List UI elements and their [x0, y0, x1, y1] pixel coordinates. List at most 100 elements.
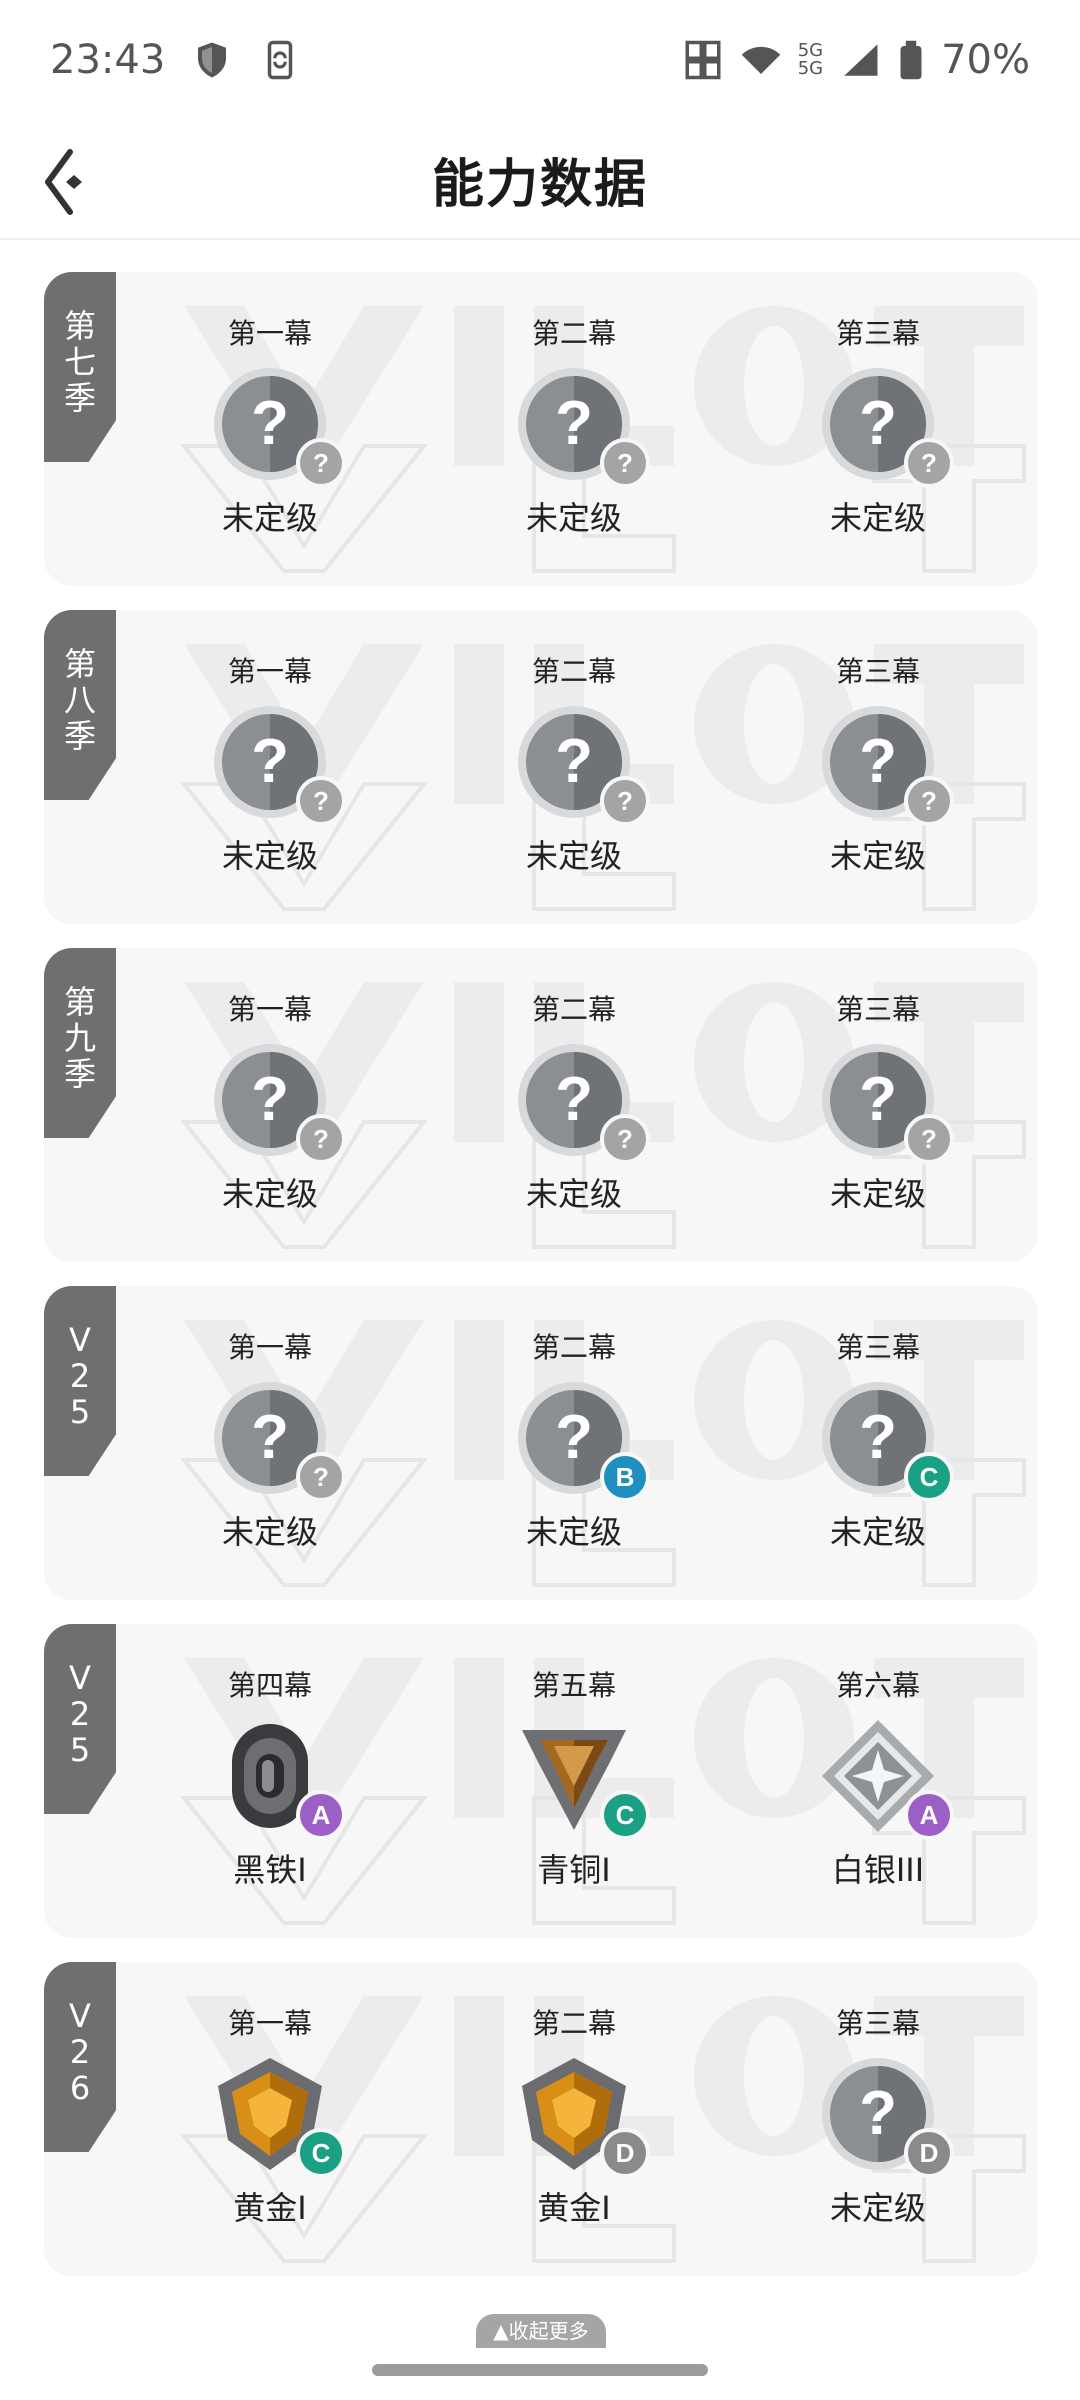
act-label: 第四幕: [227, 1669, 312, 1702]
season-list: 第七季 第一幕 ? ? 未定级 第二幕 ? ? 未定级 第三幕 ? ? 未定级: [44, 272, 1038, 2300]
act-label: 第二幕: [531, 1331, 616, 1364]
act-item[interactable]: 第三幕 ? ? 未定级: [778, 610, 978, 924]
season-label: V25: [69, 1321, 91, 1431]
network-type: 5G 5G: [797, 40, 824, 79]
act-label: 第一幕: [227, 317, 312, 350]
season-label: 第九季: [63, 983, 96, 1093]
svg-text:?: ?: [251, 389, 289, 458]
act-label: 第三幕: [835, 2007, 920, 2040]
rank-emblem: ? ?: [514, 1040, 650, 1164]
rank-emblem: ? ?: [514, 702, 650, 826]
tier-badge: C: [600, 1790, 650, 1840]
svg-text:?: ?: [251, 727, 289, 796]
act-label: 第三幕: [835, 317, 920, 350]
rank-emblem: ? ?: [210, 364, 346, 488]
tier-badge: ?: [600, 438, 650, 488]
season-tab: 第九季: [44, 948, 116, 1138]
home-indicator[interactable]: [372, 2364, 708, 2376]
rank-label: 白银III: [831, 1851, 925, 1889]
svg-text:?: ?: [859, 1065, 897, 1134]
rank-label: 未定级: [221, 1175, 318, 1213]
rank-label: 未定级: [829, 1513, 926, 1551]
tier-badge: A: [904, 1790, 954, 1840]
act-item[interactable]: 第六幕 A 白银III: [778, 1624, 978, 1938]
tier-badge: D: [904, 2128, 954, 2178]
rank-label: 未定级: [221, 1513, 318, 1551]
tier-badge: C: [904, 1452, 954, 1502]
act-item[interactable]: 第一幕 ? ? 未定级: [170, 610, 370, 924]
act-row: 第一幕 ? ? 未定级 第二幕 ? ? 未定级 第三幕 ? ? 未定级: [116, 948, 1038, 1262]
status-bar: 23:43 5G 5G 70%: [0, 0, 1080, 120]
act-item[interactable]: 第三幕 ? ? 未定级: [778, 272, 978, 586]
back-arrow-icon: [45, 149, 82, 215]
season-tab: V25: [44, 1286, 116, 1476]
act-item[interactable]: 第二幕 ? ? 未定级: [474, 948, 674, 1262]
svg-text:?: ?: [555, 727, 593, 796]
act-label: 第二幕: [531, 655, 616, 688]
tier-badge: B: [600, 1452, 650, 1502]
act-label: 第六幕: [835, 1669, 920, 1702]
back-button[interactable]: [36, 142, 116, 222]
act-item[interactable]: 第一幕 ? ? 未定级: [170, 272, 370, 586]
season-label: 第七季: [63, 307, 96, 417]
tier-badge: ?: [296, 1452, 346, 1502]
act-item[interactable]: 第五幕 C 青铜I: [474, 1624, 674, 1938]
tier-badge: ?: [600, 776, 650, 826]
tier-badge: D: [600, 2128, 650, 2178]
rank-emblem: ? B: [514, 1378, 650, 1502]
act-item[interactable]: 第二幕 ? ? 未定级: [474, 272, 674, 586]
tier-badge: ?: [600, 1114, 650, 1164]
wifi-icon: [740, 39, 782, 81]
act-label: 第二幕: [531, 317, 616, 350]
rank-label: 黄金I: [233, 2189, 307, 2227]
act-item[interactable]: 第二幕 ? B 未定级: [474, 1286, 674, 1600]
season-card-1: 第七季 第一幕 ? ? 未定级 第二幕 ? ? 未定级 第三幕 ? ? 未定级: [44, 272, 1038, 586]
rank-label: 未定级: [525, 1513, 622, 1551]
act-row: 第一幕 ? ? 未定级 第二幕 ? ? 未定级 第三幕 ? ? 未定级: [116, 272, 1038, 586]
act-item[interactable]: 第三幕 ? D 未定级: [778, 1962, 978, 2276]
tier-badge: ?: [296, 438, 346, 488]
battery-icon: [897, 39, 925, 81]
act-row: 第一幕 ? ? 未定级 第二幕 ? ? 未定级 第三幕 ? ? 未定级: [116, 610, 1038, 924]
act-item[interactable]: 第三幕 ? C 未定级: [778, 1286, 978, 1600]
rank-label: 黄金I: [537, 2189, 611, 2227]
act-label: 第二幕: [531, 993, 616, 1026]
svg-text:?: ?: [251, 1065, 289, 1134]
act-item[interactable]: 第三幕 ? ? 未定级: [778, 948, 978, 1262]
act-item[interactable]: 第一幕 ? ? 未定级: [170, 948, 370, 1262]
act-item[interactable]: 第二幕 D 黄金I: [474, 1962, 674, 2276]
act-label: 第一幕: [227, 2007, 312, 2040]
rank-label: 未定级: [829, 499, 926, 537]
rank-emblem: ? D: [818, 2054, 954, 2178]
rank-label: 青铜I: [537, 1851, 611, 1889]
act-item[interactable]: 第四幕 A 黑铁I: [170, 1624, 370, 1938]
act-item[interactable]: 第一幕 C 黄金I: [170, 1962, 370, 2276]
rank-label: 未定级: [829, 1175, 926, 1213]
battery-percent: 70%: [941, 37, 1030, 83]
season-card-2: 第八季 第一幕 ? ? 未定级 第二幕 ? ? 未定级 第三幕 ? ? 未定级: [44, 610, 1038, 924]
rank-emblem: A: [210, 1716, 346, 1840]
svg-text:?: ?: [555, 1403, 593, 1472]
collapse-button[interactable]: ▲收起更多: [476, 2314, 606, 2348]
rank-emblem: D: [514, 2054, 650, 2178]
act-item[interactable]: 第一幕 ? ? 未定级: [170, 1286, 370, 1600]
season-label: V26: [69, 1997, 91, 2107]
rank-label: 未定级: [221, 499, 318, 537]
act-item[interactable]: 第二幕 ? ? 未定级: [474, 610, 674, 924]
tier-badge: ?: [904, 438, 954, 488]
act-row: 第四幕 A 黑铁I 第五幕 C 青铜I 第六幕 A 白银III: [116, 1624, 1038, 1938]
act-label: 第五幕: [531, 1669, 616, 1702]
rank-emblem: ? C: [818, 1378, 954, 1502]
cell-signal-icon: [839, 39, 881, 81]
rank-emblem: ? ?: [210, 1378, 346, 1502]
season-card-6: V26 第一幕 C 黄金I 第二幕 D 黄金I 第三幕 ? D 未定级: [44, 1962, 1038, 2276]
rank-emblem: C: [514, 1716, 650, 1840]
svg-text:?: ?: [859, 2079, 897, 2148]
status-time: 23:43: [50, 37, 166, 83]
rank-label: 未定级: [221, 837, 318, 875]
act-label: 第一幕: [227, 1331, 312, 1364]
act-label: 第二幕: [531, 2007, 616, 2040]
rank-emblem: A: [818, 1716, 954, 1840]
season-card-5: V25 第四幕 A 黑铁I 第五幕 C 青铜I 第六幕 A 白银III: [44, 1624, 1038, 1938]
phone-sync-icon: [259, 39, 301, 81]
